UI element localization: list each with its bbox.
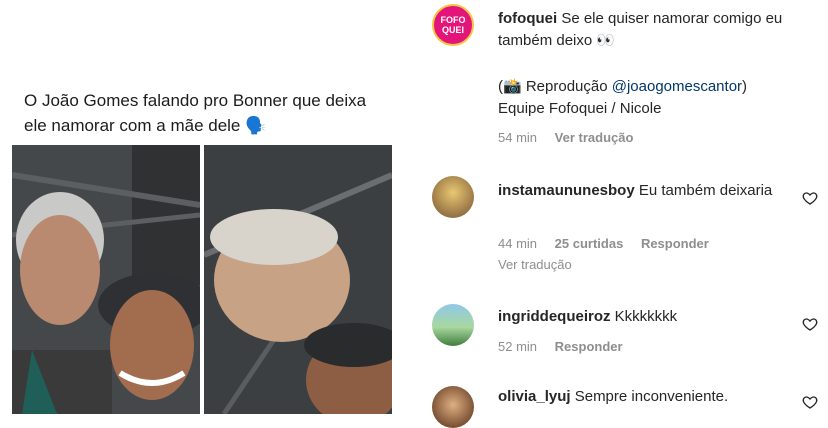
comment-text: Sempre inconveniente.	[574, 388, 729, 405]
reply-button[interactable]: Responder	[555, 339, 623, 354]
comment-meta: 54 min Ver tradução	[498, 128, 647, 148]
likes-count[interactable]: 25 curtidas	[555, 236, 624, 251]
mention-link[interactable]: @joaogomescantor	[612, 78, 742, 95]
comment-extra-line-1-end: )	[742, 78, 748, 95]
avatar[interactable]: FOFO QUEI	[432, 4, 474, 46]
avatar-logo-text: FOFO QUEI	[440, 15, 466, 35]
photo-left-illustration	[12, 145, 200, 414]
heart-outline-icon[interactable]	[802, 316, 818, 332]
post-caption: O João Gomes falando pro Bonner que deix…	[24, 91, 367, 135]
photo-right-illustration	[204, 145, 392, 414]
comments-panel: FOFO QUEI fofoquei Se ele quiser namorar…	[412, 0, 828, 428]
comment-username[interactable]: fofoquei	[498, 10, 557, 27]
comment-meta: 52 min Responder	[498, 337, 637, 357]
avatar[interactable]	[432, 176, 474, 218]
translate-link[interactable]: Ver tradução	[498, 257, 572, 272]
comment-text-block: ingriddequeiroz Kkkkkkkk	[498, 306, 798, 328]
comment-text: Eu também deixaria	[638, 182, 773, 199]
heart-outline-icon[interactable]	[802, 394, 818, 410]
comment-text: Kkkkkkkk	[614, 308, 678, 325]
comment-extra: (📸 Reprodução @joaogomescantor) Equipe F…	[498, 76, 798, 120]
comment-meta: 44 min 25 curtidas Responder	[498, 234, 723, 254]
comment-time[interactable]: 54 min	[498, 130, 537, 145]
photo-right	[204, 145, 392, 414]
comment-time[interactable]: 52 min	[498, 339, 537, 354]
comment-text-block: instamaununesboy Eu também deixaria	[498, 180, 798, 202]
comment-username[interactable]: olivia_lyuj	[498, 388, 571, 405]
post-caption-box: O João Gomes falando pro Bonner que deix…	[12, 80, 392, 140]
comment-username[interactable]: ingriddequeiroz	[498, 308, 611, 325]
post-image[interactable]: O João Gomes falando pro Bonner que deix…	[0, 0, 408, 414]
photo-left	[12, 145, 200, 414]
translate-link[interactable]: Ver tradução	[555, 130, 634, 145]
comment-meta-2: Ver tradução	[498, 255, 586, 275]
comment-extra-line-1: (📸 Reprodução	[498, 78, 612, 95]
comment-username[interactable]: instamaununesboy	[498, 182, 635, 199]
reply-button[interactable]: Responder	[641, 236, 709, 251]
heart-outline-icon[interactable]	[802, 190, 818, 206]
avatar[interactable]	[432, 386, 474, 428]
comment-text-block: olivia_lyuj Sempre inconveniente.	[498, 386, 798, 408]
comment-text-block: fofoquei Se ele quiser namorar comigo eu…	[498, 8, 798, 52]
comment-time[interactable]: 44 min	[498, 236, 537, 251]
avatar[interactable]	[432, 304, 474, 346]
comment-extra-line-2: Equipe Fofoquei / Nicole	[498, 100, 662, 117]
